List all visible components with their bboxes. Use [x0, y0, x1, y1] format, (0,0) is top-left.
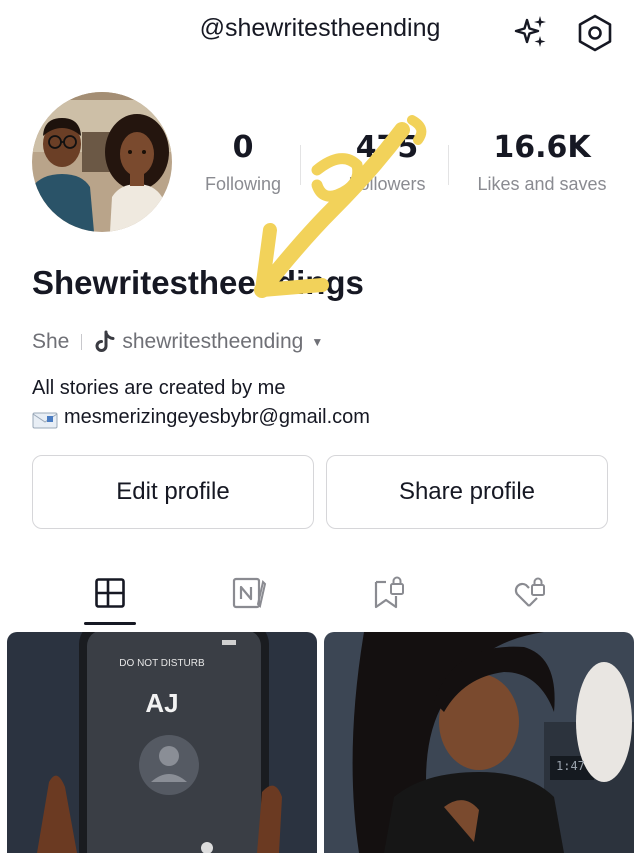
notes-icon: [232, 577, 267, 609]
edit-profile-button[interactable]: Edit profile: [32, 455, 314, 529]
settings-hexagon-icon[interactable]: [574, 12, 616, 54]
email-icon: [32, 409, 58, 428]
clock-display: 1:47: [556, 759, 585, 773]
dnd-label: DO NOT DISTURB: [119, 658, 205, 669]
display-name: Shewritestheendings: [32, 264, 364, 301]
bio: All stories are created by me mesmerizin…: [32, 374, 370, 432]
avatar[interactable]: [32, 92, 172, 232]
tab-grid[interactable]: [80, 568, 140, 618]
bio-line: All stories are created by me: [32, 377, 286, 399]
bio-email[interactable]: mesmerizingeyesbybr@gmail.com: [64, 403, 370, 432]
post-thumbnail[interactable]: DO NOT DISTURB AJ: [7, 632, 317, 853]
followers-count: 475: [355, 130, 419, 165]
active-tab-indicator: [84, 622, 136, 625]
followers-stat[interactable]: 475 Followers: [312, 130, 462, 195]
meta-divider: [81, 334, 83, 350]
following-label: Following: [204, 174, 282, 194]
likes-count: 16.6K: [493, 130, 591, 165]
likes-stat[interactable]: 16.6K Likes and saves: [467, 130, 617, 195]
profile-meta-row: She shewritestheending ▼: [32, 328, 323, 356]
grid-icon: [95, 578, 125, 608]
sparkles-icon[interactable]: [510, 12, 552, 54]
caller-name: AJ: [145, 688, 179, 718]
bookmark-lock-icon: [374, 576, 404, 609]
followers-label: Followers: [348, 174, 426, 194]
top-bar: @shewritestheending: [0, 0, 640, 64]
likes-label: Likes and saves: [477, 174, 607, 194]
share-profile-button[interactable]: Share profile: [326, 455, 608, 529]
stat-divider: [448, 145, 449, 185]
heart-lock-icon: [514, 577, 545, 607]
following-count: 0: [232, 130, 254, 165]
tab-liked[interactable]: [500, 568, 560, 618]
tiktok-handle-link[interactable]: shewritestheending: [122, 330, 303, 354]
tiktok-icon: [94, 330, 116, 354]
tab-notes[interactable]: [220, 568, 280, 618]
stat-divider: [300, 145, 301, 185]
pronoun-label: She: [32, 330, 70, 353]
following-stat[interactable]: 0 Following: [168, 130, 318, 195]
bio-email-row: mesmerizingeyesbybr@gmail.com: [32, 403, 370, 432]
chevron-down-icon[interactable]: ▼: [311, 335, 323, 349]
tab-saved[interactable]: [360, 568, 420, 618]
post-thumbnail[interactable]: 1:47: [324, 632, 634, 853]
content-tabs: [0, 568, 640, 626]
